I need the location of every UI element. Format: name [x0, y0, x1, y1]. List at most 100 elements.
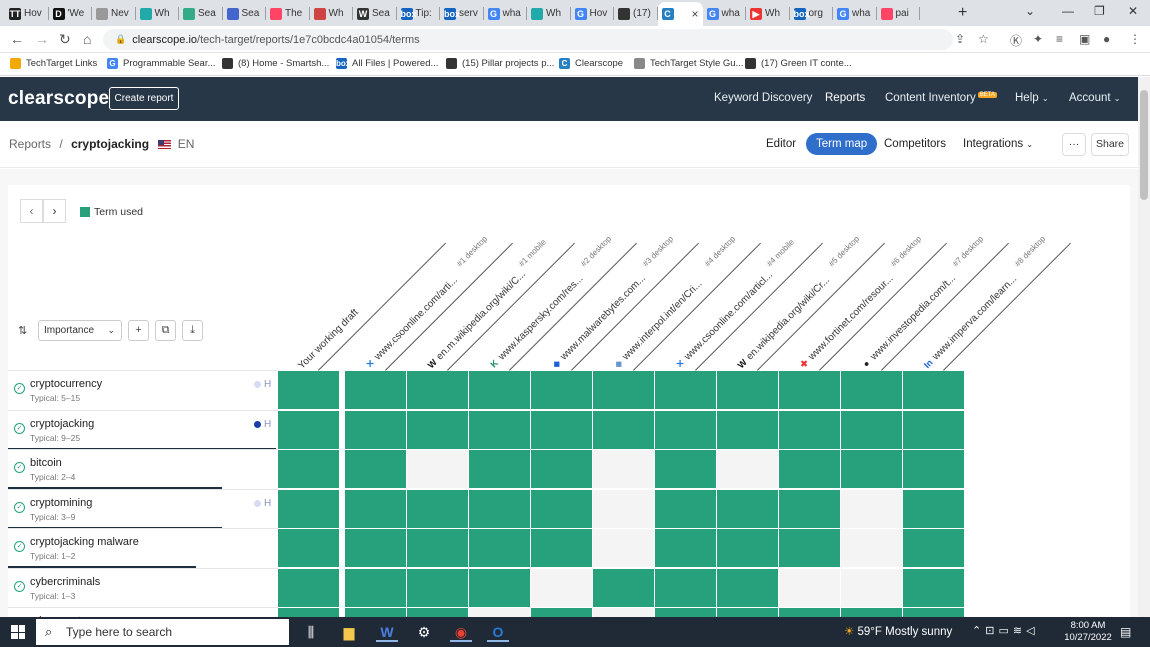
nav-content-inventory[interactable]: Content Inventory BETA [885, 92, 998, 104]
new-tab-button[interactable]: + [958, 4, 967, 22]
taskbar-clock[interactable]: 8:00 AM 10/27/2022 [1060, 620, 1116, 644]
column-header[interactable]: Wen.wikipedia.org/wiki/Cr... #5 desktop [731, 210, 885, 371]
tab-competitors[interactable]: Competitors [884, 133, 946, 155]
browser-tab[interactable]: Sea [223, 3, 266, 24]
forward-arrow-icon[interactable]: → [35, 31, 49, 47]
term-row[interactable]: ✓mine cryptocurrency [8, 607, 1130, 617]
tab-editor[interactable]: Editor [766, 133, 796, 155]
term-row[interactable]: ✓ cryptomining Typical: 3–9 H [8, 488, 1130, 529]
browser-tab[interactable]: (17) [614, 3, 658, 24]
bookmark-item[interactable]: TechTarget Style Gu... [634, 58, 743, 69]
download-icon[interactable]: ⤓ [182, 320, 203, 341]
column-header[interactable]: ◈www.interpol.int/en/Cri... #4 desktop [607, 210, 761, 371]
browser-tab[interactable]: W Sea [353, 3, 397, 24]
nav-reports[interactable]: Reports [825, 92, 865, 104]
chevron-left-icon[interactable]: ‹ [20, 199, 43, 223]
column-header[interactable]: ✕www.csoonline.com/articl... #4 mobile [669, 210, 823, 371]
tab-term-map[interactable]: Term map [806, 133, 878, 155]
weather-widget[interactable]: ☀ 59°F Mostly sunny [844, 624, 952, 638]
column-header[interactable]: ✕www.csoonline.com/arti... #1 desktop [359, 210, 513, 371]
url-bar[interactable]: 🔒 clearscope.io/tech-target/reports/1e7c… [103, 29, 953, 50]
notifications-icon[interactable]: ▤ [1120, 625, 1131, 639]
browser-tab[interactable]: Sea [179, 3, 223, 24]
browser-tab[interactable]: pai [877, 3, 920, 24]
browser-tab[interactable]: C × [657, 2, 703, 26]
term-row[interactable]: ✓ cryptocurrency Typical: 5–15 H [8, 370, 1130, 410]
browser-tab[interactable]: Wh [310, 3, 353, 24]
browser-tab[interactable]: ▶ Wh [746, 3, 790, 24]
browser-tab[interactable]: TT Hov [5, 3, 49, 24]
reload-icon[interactable]: ↻ [59, 31, 71, 48]
clearscope-logo[interactable]: clearscope [8, 88, 109, 110]
breadcrumb-reports-link[interactable]: Reports [9, 137, 51, 151]
column-header[interactable]: ✚www.fortinet.com/resour... #6 desktop [793, 210, 947, 371]
browser-tab[interactable]: Wh [527, 3, 571, 24]
bookmark-item[interactable]: (15) Pillar projects p... [446, 58, 554, 69]
tab-search-icon[interactable]: ⌄ [1025, 4, 1035, 18]
profile-k-icon[interactable]: Ⓚ [1010, 32, 1022, 49]
column-header[interactable]: Your working draft [292, 210, 446, 372]
term-row[interactable]: ✓ cryptojacking malware Typical: 1–2 [8, 528, 1130, 568]
bookmark-item[interactable]: box All Files | Powered... [336, 58, 438, 69]
column-header[interactable]: Inwww.imperva.com/learn... #8 desktop [917, 210, 1071, 371]
wifi-icon[interactable]: ≋ [1013, 625, 1026, 637]
more-options-button[interactable]: ··· [1062, 133, 1086, 156]
browser-tab[interactable]: Gwha [833, 3, 877, 24]
nav-help[interactable]: Help ⌄ [1015, 92, 1049, 104]
browser-tab[interactable]: box org [790, 3, 833, 24]
system-tray[interactable]: ⌃⊡▭≋◁ [972, 624, 1039, 637]
chevron-right-icon[interactable]: › [43, 199, 66, 223]
browser-tab[interactable]: D 'We [49, 3, 92, 24]
column-header[interactable]: ◆www.malwarebytes.com... #3 desktop [545, 210, 699, 371]
taskbar-search[interactable]: ⌕ Type here to search [36, 619, 289, 645]
close-tab-icon[interactable]: × [691, 7, 698, 21]
term-row[interactable]: ✓ cybercriminals Typical: 1–3 [8, 567, 1130, 608]
extensions-icon[interactable]: ✦ [1033, 32, 1043, 46]
browser-tab[interactable]: Nev [92, 3, 136, 24]
term-row[interactable]: ✓ cryptojacking Typical: 9–25 H [8, 409, 1130, 450]
browser-tab[interactable]: box serv [440, 3, 484, 24]
column-header[interactable]: Wen.m.wikipedia.org/wiki/C... #1 mobile [421, 210, 575, 371]
browser-tab[interactable]: G Hov [571, 3, 614, 24]
chrome-icon[interactable]: ◉ [450, 622, 472, 642]
media-icon[interactable]: ≡ [1056, 32, 1063, 46]
file-explorer-icon[interactable]: ▆ [338, 622, 360, 642]
add-term-button[interactable]: + [128, 320, 149, 341]
minimize-icon[interactable]: — [1062, 4, 1074, 18]
create-report-button[interactable]: Create report [109, 87, 179, 110]
bookmark-star-icon[interactable]: ☆ [978, 32, 989, 46]
column-header[interactable]: Kwww.kaspersky.com/res... #2 desktop [483, 210, 637, 371]
settings-gear-icon[interactable]: ⚙ [413, 622, 435, 642]
tray-chevron-up-icon[interactable]: ⌃ [972, 625, 985, 637]
column-header[interactable]: ●www.investopedia.com/t... #7 desktop [855, 210, 1009, 371]
sort-select[interactable]: Importance ⌄ [38, 320, 122, 341]
bookmark-item[interactable]: TechTarget Links [10, 58, 97, 69]
browser-tab[interactable]: Gwha [484, 3, 527, 24]
sort-icon[interactable]: ⇅ [18, 324, 32, 337]
account-icon[interactable]: ● [1103, 32, 1110, 46]
network-icon[interactable]: ⊡ [985, 625, 998, 637]
menu-kebab-icon[interactable]: ⋮ [1129, 32, 1141, 46]
share-page-icon[interactable]: ⇪ [955, 32, 965, 46]
windows-start-icon[interactable] [11, 625, 25, 639]
sidepanel-icon[interactable]: ▣ [1079, 32, 1090, 46]
back-arrow-icon[interactable]: ← [10, 31, 24, 47]
browser-tab[interactable]: Gwha [703, 3, 746, 24]
close-window-icon[interactable]: ✕ [1128, 4, 1138, 18]
browser-tab[interactable]: box Tip: [397, 3, 440, 24]
tab-integrations[interactable]: Integrations ⌄ [963, 133, 1033, 155]
bookmark-item[interactable]: G Programmable Sear... [107, 58, 215, 69]
word-icon[interactable]: W [376, 622, 398, 642]
task-view-icon[interactable]: ⫼ [300, 622, 322, 642]
browser-tab[interactable]: Wh [136, 3, 179, 24]
battery-icon[interactable]: ▭ [998, 625, 1012, 637]
copy-icon[interactable]: ⧉ [155, 320, 176, 341]
bookmark-item[interactable]: C Clearscope [559, 58, 623, 69]
outlook-icon[interactable]: O [487, 622, 509, 642]
share-button[interactable]: Share [1091, 133, 1129, 156]
volume-icon[interactable]: ◁ [1026, 625, 1038, 637]
nav-keyword-discovery[interactable]: Keyword Discovery [714, 92, 812, 104]
term-row[interactable]: ✓ bitcoin Typical: 2–4 [8, 449, 1130, 489]
nav-account[interactable]: Account ⌄ [1069, 92, 1120, 104]
bookmark-item[interactable]: (8) Home - Smartsh... [222, 58, 329, 69]
